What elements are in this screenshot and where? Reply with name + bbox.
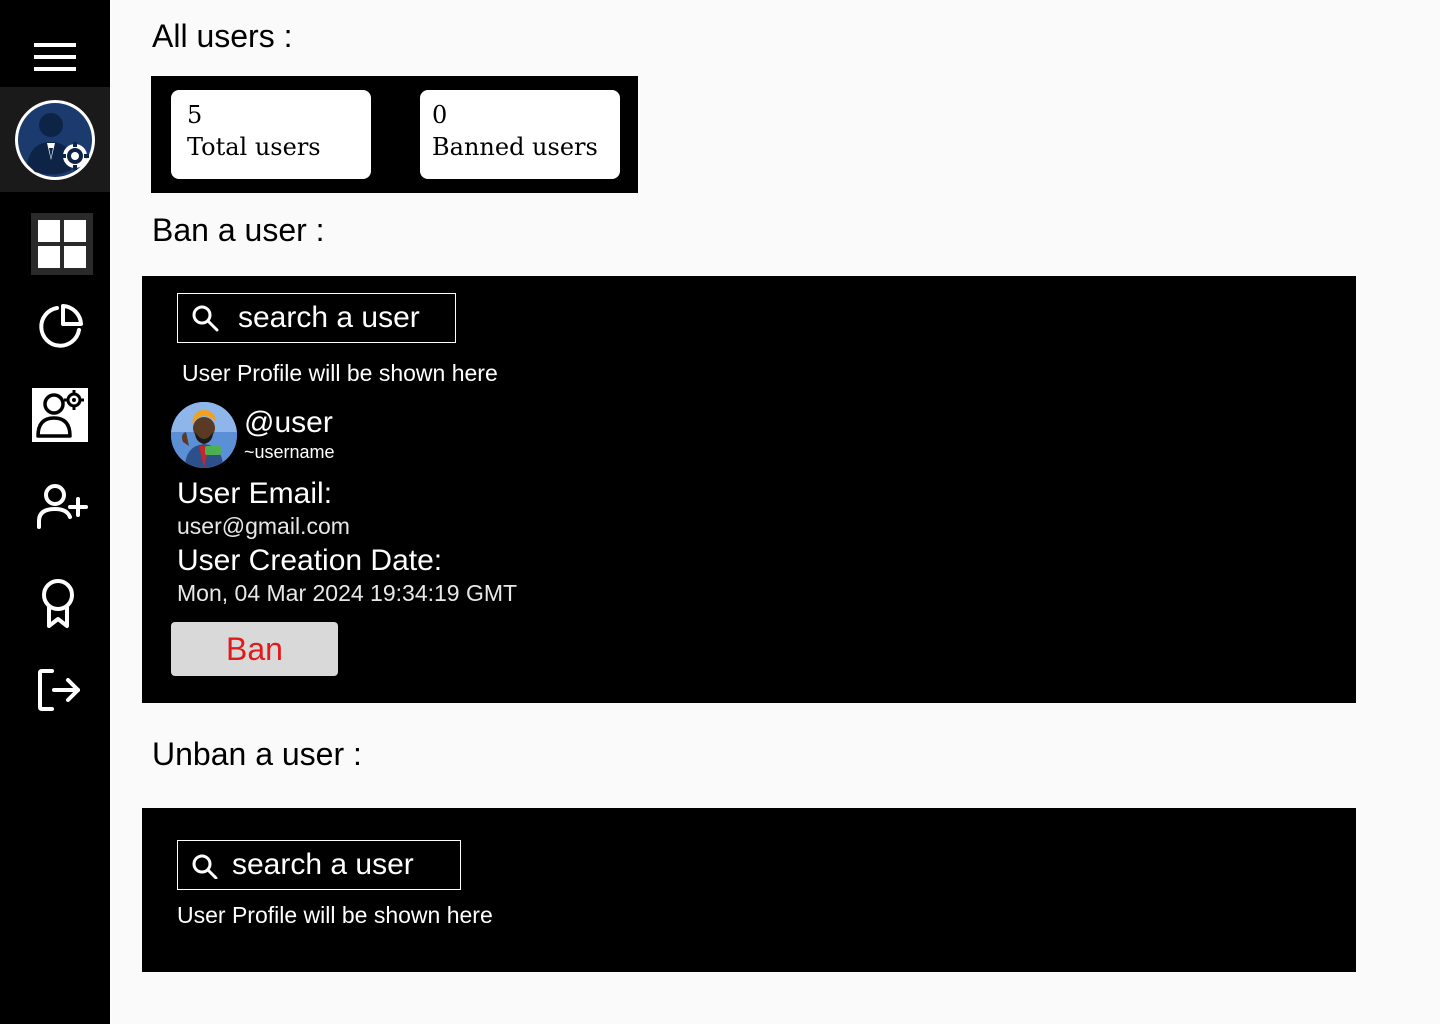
ban-user-panel: search a user User Profile will be shown… [142,276,1356,703]
logout-icon[interactable] [30,662,90,718]
pie-chart-icon[interactable] [30,295,92,357]
user-username: ~username [244,442,335,462]
creation-date-value: Mon, 04 Mar 2024 19:34:19 GMT [177,580,518,606]
unban-user-title: Unban a user : [152,736,362,772]
search-icon [190,303,220,333]
all-users-title: All users : [152,18,293,54]
user-handle: @user [244,406,333,439]
banned-users-card: 0 Banned users [420,90,620,179]
ban-search-placeholder: search a user [238,301,420,334]
ban-user-title: Ban a user : [152,212,325,248]
banned-users-label: Banned users [432,133,598,161]
dashboard-icon[interactable] [31,213,93,275]
total-users-label: Total users [187,133,321,161]
sidebar [0,0,110,1024]
menu-icon[interactable] [25,32,85,82]
search-icon [190,850,220,880]
unban-search-input[interactable]: search a user [177,840,461,890]
unban-user-panel: search a user User Profile will be shown… [142,808,1356,972]
award-icon[interactable] [30,572,86,636]
add-user-icon[interactable] [30,476,96,536]
ban-profile-hint: User Profile will be shown here [182,360,498,386]
ban-search-input[interactable]: search a user [177,293,456,343]
ban-button[interactable]: Ban [171,622,338,676]
email-value: user@gmail.com [177,513,350,539]
unban-profile-hint: User Profile will be shown here [177,902,493,928]
email-label: User Email: [177,477,333,510]
total-users-count: 5 [187,101,203,129]
user-avatar [171,402,237,468]
user-stats-panel: 5 Total users 0 Banned users [151,76,638,193]
admin-avatar[interactable] [0,87,110,192]
creation-date-label: User Creation Date: [177,544,443,577]
user-settings-icon[interactable] [30,386,90,444]
unban-search-placeholder: search a user [232,848,414,881]
total-users-card: 5 Total users [171,90,371,179]
banned-users-count: 0 [432,101,448,129]
